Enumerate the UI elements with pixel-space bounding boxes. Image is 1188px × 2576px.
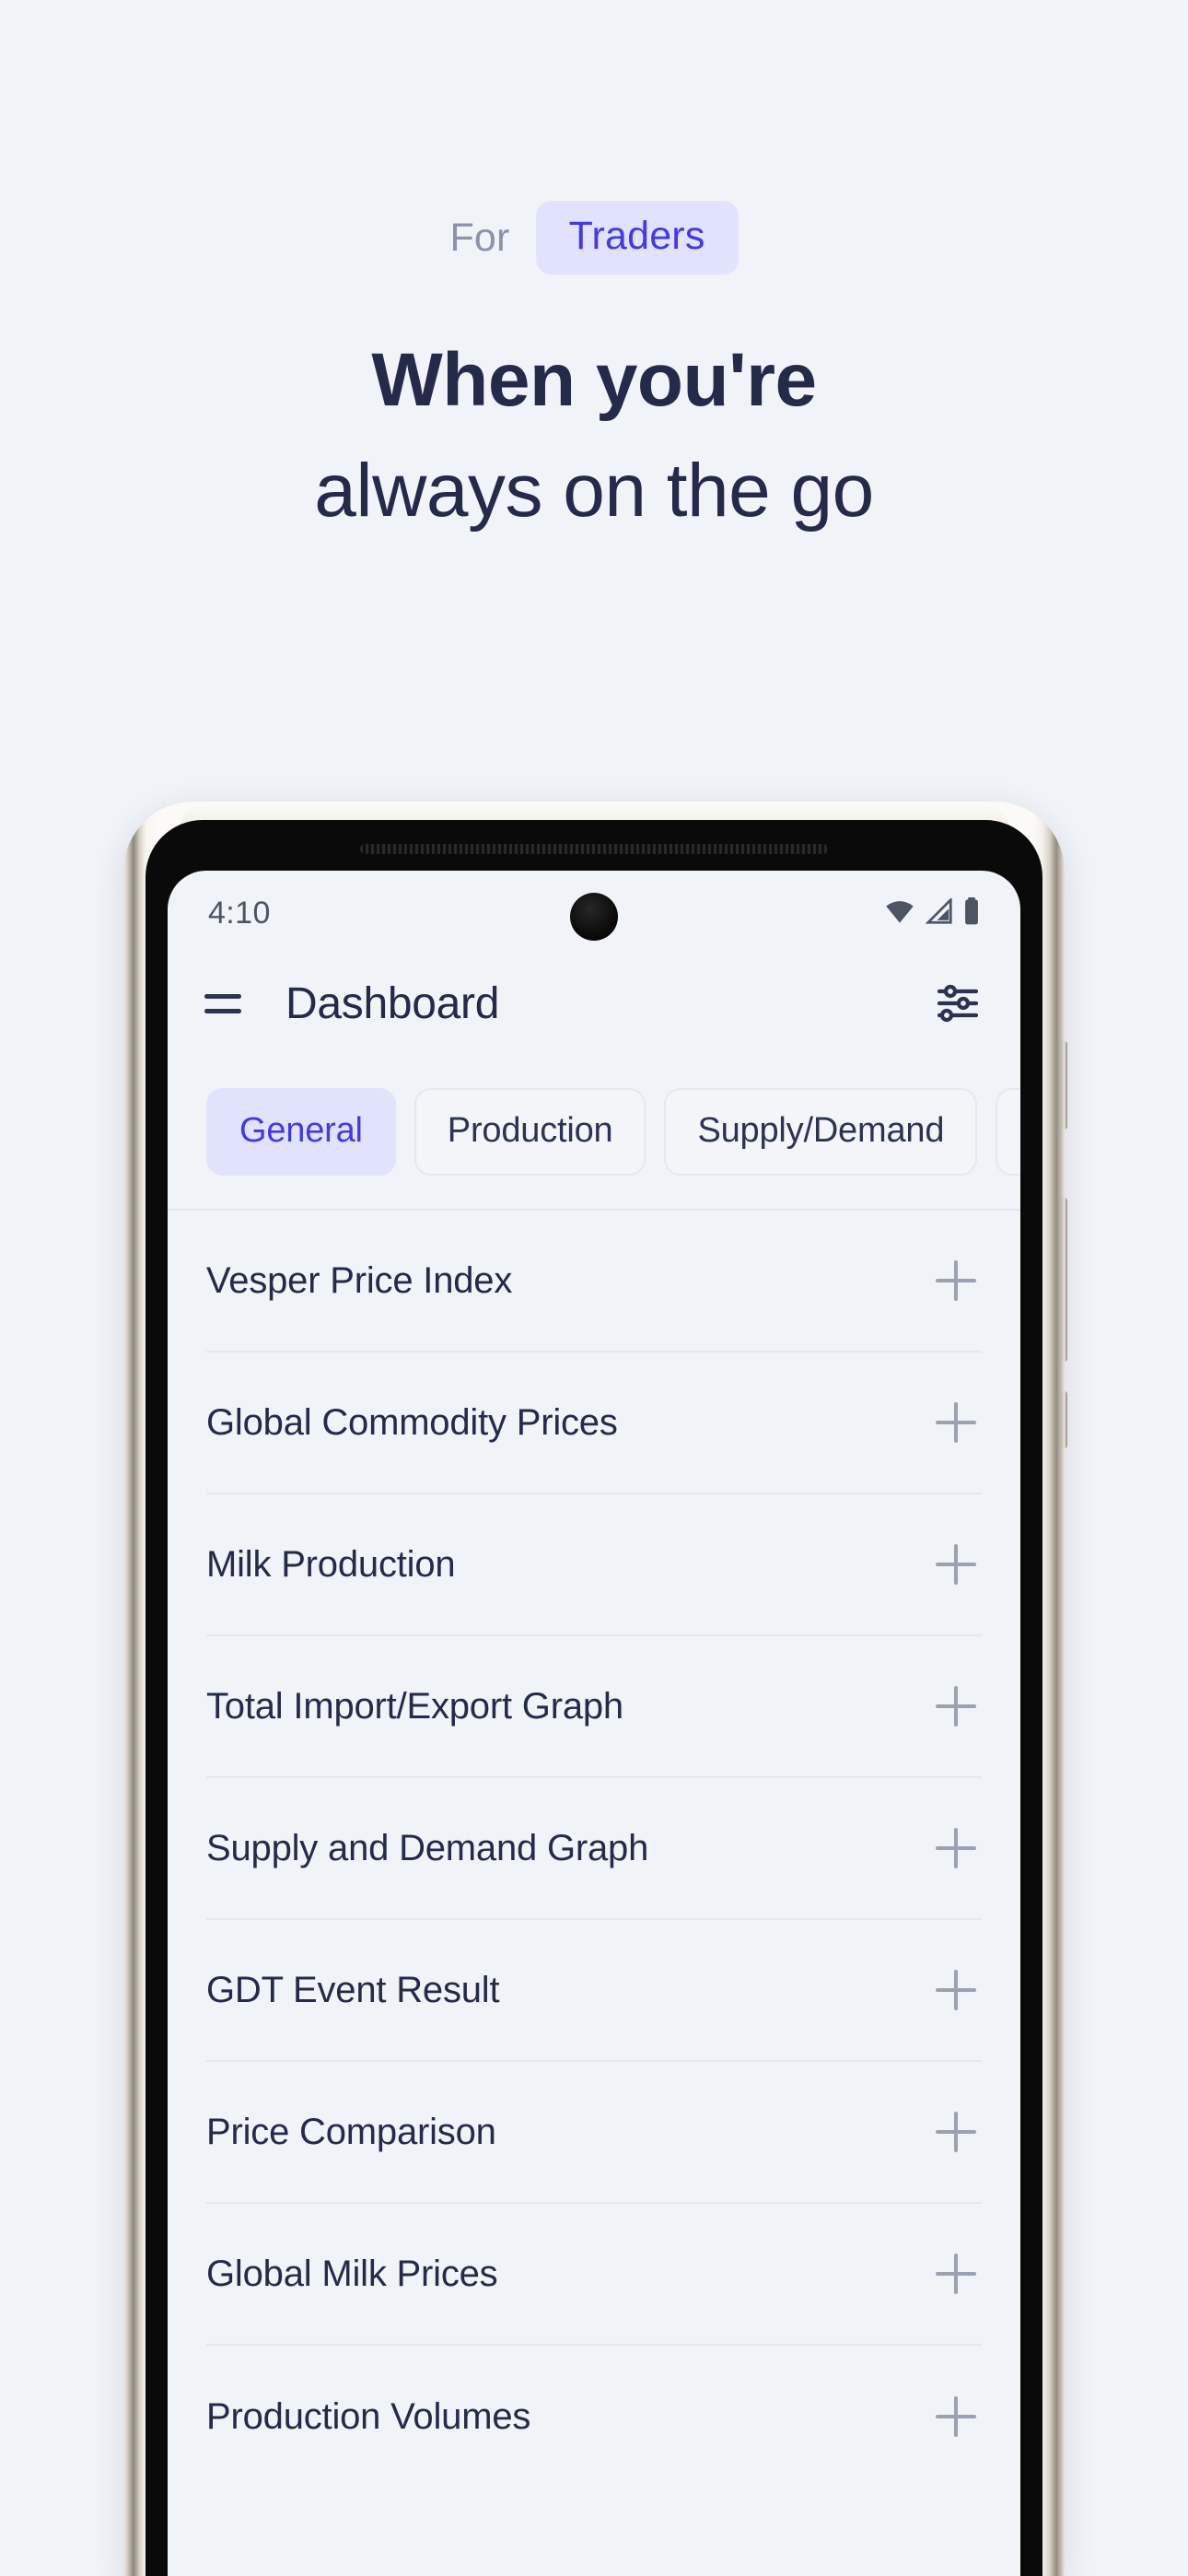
plus-icon[interactable] <box>936 2112 976 2152</box>
headline-line-2: always on the go <box>314 449 874 533</box>
tab-supply-demand[interactable]: Supply/Demand <box>664 1088 978 1176</box>
list-item-label: Global Commodity Prices <box>206 1401 618 1443</box>
list-item-label: Production Volumes <box>206 2395 531 2437</box>
list-item-label: Supply and Demand Graph <box>206 1827 649 1868</box>
phone-volume-up-button[interactable] <box>1061 1198 1067 1362</box>
tune-sliders-icon[interactable] <box>934 979 982 1027</box>
eyebrow-row: For Traders <box>0 201 1188 275</box>
earpiece-speaker-icon <box>360 844 828 854</box>
front-camera-punch-hole <box>570 893 618 941</box>
battery-icon <box>963 896 980 930</box>
app-bar-title: Dashboard <box>285 978 500 1028</box>
phone-mockup: 4:10 Dashboard General Production Supply… <box>123 802 1067 2576</box>
hamburger-menu-icon[interactable] <box>204 988 245 1019</box>
app-bar: Dashboard <box>168 955 1020 1051</box>
eyebrow-prefix-label: For <box>449 215 510 260</box>
list-item-label: Milk Production <box>206 1543 456 1585</box>
dashboard-widget-list: Vesper Price Index Global Commodity Pric… <box>168 1211 1020 2488</box>
status-bar-icons <box>884 896 980 930</box>
headline-line-1: When you're <box>371 338 817 422</box>
list-item[interactable]: Price Comparison <box>206 2062 982 2204</box>
tab-overflow-partial[interactable] <box>996 1088 1020 1176</box>
list-item[interactable]: GDT Event Result <box>206 1920 982 2062</box>
tab-production[interactable]: Production <box>413 1088 646 1176</box>
list-item[interactable]: Supply and Demand Graph <box>206 1778 982 1920</box>
plus-icon[interactable] <box>936 2254 976 2294</box>
page-title: When you're always on the go <box>0 338 1188 533</box>
list-item-label: GDT Event Result <box>206 1969 500 2010</box>
list-item-label: Vesper Price Index <box>206 1259 513 1301</box>
list-item[interactable]: Global Commodity Prices <box>206 1352 982 1494</box>
list-item[interactable]: Production Volumes <box>206 2346 982 2488</box>
status-bar-clock: 4:10 <box>208 895 271 931</box>
hero-section: For Traders When you're always on the go <box>0 0 1188 531</box>
list-item[interactable]: Total Import/Export Graph <box>206 1636 982 1778</box>
wifi-icon <box>884 898 915 929</box>
list-item-label: Price Comparison <box>206 2111 496 2152</box>
cell-signal-icon <box>925 896 953 929</box>
plus-icon[interactable] <box>936 1686 976 1727</box>
audience-pill-traders[interactable]: Traders <box>535 201 739 275</box>
phone-power-button[interactable] <box>1061 1041 1067 1130</box>
plus-icon[interactable] <box>936 2396 976 2437</box>
list-item[interactable]: Global Milk Prices <box>206 2204 982 2346</box>
plus-icon[interactable] <box>936 1828 976 1868</box>
plus-icon[interactable] <box>936 1970 976 2010</box>
status-bar: 4:10 <box>168 871 1020 955</box>
tab-bar: General Production Supply/Demand <box>168 1051 1020 1211</box>
plus-icon[interactable] <box>936 1544 976 1585</box>
phone-screen: 4:10 Dashboard General Production Supply… <box>168 871 1020 2576</box>
tab-list[interactable]: General Production Supply/Demand <box>206 1088 1020 1176</box>
plus-icon[interactable] <box>936 1402 976 1443</box>
phone-volume-down-button[interactable] <box>1061 1391 1067 1448</box>
list-item-label: Total Import/Export Graph <box>206 1685 623 1727</box>
list-item[interactable]: Vesper Price Index <box>206 1211 982 1352</box>
phone-bezel: 4:10 Dashboard General Production Supply… <box>146 820 1042 2576</box>
list-item-label: Global Milk Prices <box>206 2253 498 2294</box>
tab-general[interactable]: General <box>206 1088 396 1176</box>
plus-icon[interactable] <box>936 1260 976 1301</box>
list-item[interactable]: Milk Production <box>206 1494 982 1636</box>
